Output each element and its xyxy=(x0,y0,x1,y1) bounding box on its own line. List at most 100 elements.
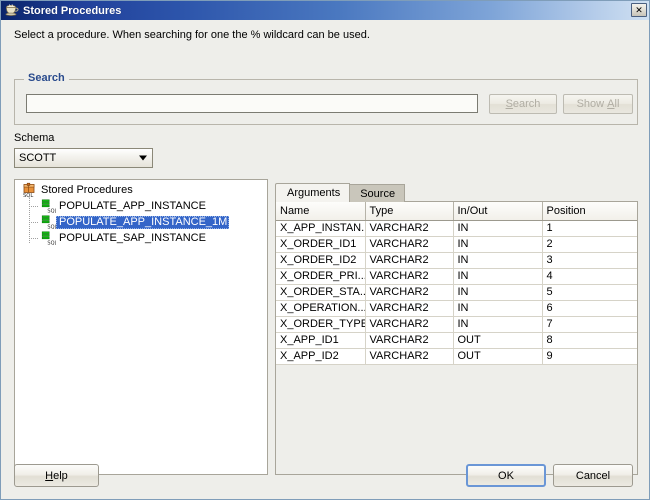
tree-item-2[interactable]: SQL POPULATE_SAP_INSTANCE xyxy=(15,230,267,246)
help-button[interactable]: Help xyxy=(14,464,99,487)
table-row[interactable]: X_ORDER_ID2 VARCHAR2 IN 3 xyxy=(276,252,637,269)
table-cell-position: 7 xyxy=(542,316,637,333)
table-cell-inout: OUT xyxy=(453,348,543,365)
table-cell-position: 8 xyxy=(542,332,637,349)
table-cell-name: X_APP_ID1 xyxy=(276,332,366,349)
search-button-label-rest: earch xyxy=(512,98,541,110)
help-button-label-rest: elp xyxy=(53,469,68,482)
table-cell-position: 4 xyxy=(542,268,637,285)
search-group-legend: Search xyxy=(24,72,69,84)
cancel-button-label: Cancel xyxy=(575,469,611,482)
table-cell-type: VARCHAR2 xyxy=(365,332,454,349)
tab-source-label: Source xyxy=(360,187,396,200)
sql-procedure-icon: SQL xyxy=(40,214,58,230)
table-cell-inout: IN xyxy=(453,220,543,237)
tab-source[interactable]: Source xyxy=(348,184,406,202)
table-cell-position: 1 xyxy=(542,220,637,237)
table-row[interactable]: X_APP_ID2 VARCHAR2 OUT 9 xyxy=(276,348,637,365)
column-header-position[interactable]: Position xyxy=(542,202,637,221)
table-cell-type: VARCHAR2 xyxy=(365,300,454,317)
arguments-table-container[interactable]: Name Type In/Out Position X_APP_INSTAN..… xyxy=(275,201,638,475)
table-cell-type: VARCHAR2 xyxy=(365,316,454,333)
tree-item-label: POPULATE_APP_INSTANCE xyxy=(59,199,206,212)
stored-procedures-folder-icon: SQL xyxy=(22,182,38,199)
table-cell-position: 6 xyxy=(542,300,637,317)
stored-procedures-tree[interactable]: SQL Stored Procedures SQL POP xyxy=(14,179,268,475)
ok-button[interactable]: OK xyxy=(466,464,546,487)
table-header-row: Name Type In/Out Position xyxy=(276,202,637,221)
tree-root-label: Stored Procedures xyxy=(41,183,133,196)
details-panel: Arguments Source Name Type In/Out Positi… xyxy=(275,179,638,475)
help-button-accel: H xyxy=(45,469,54,482)
table-cell-type: VARCHAR2 xyxy=(365,252,454,269)
table-cell-inout: IN xyxy=(453,268,543,285)
dialog-body: Select a procedure. When searching for o… xyxy=(1,20,649,499)
table-cell-inout: IN xyxy=(453,316,543,333)
show-all-button[interactable]: Show All xyxy=(563,94,633,114)
show-all-button-accel: A xyxy=(607,98,615,110)
table-cell-type: VARCHAR2 xyxy=(365,268,454,285)
table-cell-inout: IN xyxy=(453,236,543,253)
schema-select[interactable]: SCOTT xyxy=(14,148,153,168)
table-row[interactable]: X_APP_INSTAN... VARCHAR2 IN 1 xyxy=(276,220,637,237)
table-row[interactable]: X_ORDER_TYPE VARCHAR2 IN 7 xyxy=(276,316,637,333)
table-cell-name: X_APP_ID2 xyxy=(276,348,366,365)
chevron-down-icon xyxy=(139,155,147,161)
table-cell-name: X_ORDER_TYPE xyxy=(276,316,366,333)
close-icon[interactable]: ✕ xyxy=(631,3,647,17)
schema-label: Schema xyxy=(14,132,55,144)
coffee-cup-icon xyxy=(4,3,20,19)
table-cell-position: 5 xyxy=(542,284,637,301)
cancel-button[interactable]: Cancel xyxy=(553,464,633,487)
tree-item-0[interactable]: SQL POPULATE_APP_INSTANCE xyxy=(15,198,267,214)
show-all-button-label-rest: ll xyxy=(614,98,620,110)
tree-root-node[interactable]: SQL Stored Procedures xyxy=(15,182,267,199)
table-row[interactable]: X_APP_ID1 VARCHAR2 OUT 8 xyxy=(276,332,637,349)
table-row[interactable]: X_ORDER_PRI... VARCHAR2 IN 4 xyxy=(276,268,637,285)
search-button[interactable]: Search xyxy=(489,94,557,114)
tree-item-1[interactable]: SQL POPULATE_APP_INSTANCE_1M xyxy=(15,214,267,230)
table-cell-name: X_ORDER_ID2 xyxy=(276,252,366,269)
search-button-accel: S xyxy=(505,98,513,110)
table-cell-type: VARCHAR2 xyxy=(365,220,454,237)
stored-procedures-dialog: Stored Procedures ✕ Select a procedure. … xyxy=(0,0,650,500)
table-cell-type: VARCHAR2 xyxy=(365,236,454,253)
table-cell-inout: IN xyxy=(453,284,543,301)
table-row[interactable]: X_ORDER_ID1 VARCHAR2 IN 2 xyxy=(276,236,637,253)
table-cell-type: VARCHAR2 xyxy=(365,284,454,301)
arguments-table: Name Type In/Out Position X_APP_INSTAN..… xyxy=(276,202,637,365)
title-bar: Stored Procedures ✕ xyxy=(1,1,649,20)
dialog-footer: Help OK Cancel xyxy=(1,455,649,499)
table-cell-name: X_ORDER_STA... xyxy=(276,284,366,301)
column-header-name[interactable]: Name xyxy=(276,202,366,221)
tab-arguments-label: Arguments xyxy=(287,187,341,199)
schema-selected-value: SCOTT xyxy=(19,152,57,164)
table-row[interactable]: X_ORDER_STA... VARCHAR2 IN 5 xyxy=(276,284,637,301)
arguments-table-body: X_APP_INSTAN... VARCHAR2 IN 1 X_ORDER_ID1 VAR… xyxy=(276,220,637,365)
window-title: Stored Procedures xyxy=(23,4,122,17)
tree-item-label: POPULATE_SAP_INSTANCE xyxy=(59,231,206,244)
table-cell-position: 3 xyxy=(542,252,637,269)
table-row[interactable]: X_OPERATION... VARCHAR2 IN 6 xyxy=(276,300,637,317)
table-cell-position: 9 xyxy=(542,348,637,365)
sql-procedure-icon: SQL xyxy=(40,198,58,214)
search-group-box: Search Search Show All xyxy=(14,72,638,125)
ok-button-label: OK xyxy=(498,469,514,482)
details-tabstrip: Arguments Source xyxy=(275,183,638,202)
table-cell-position: 2 xyxy=(542,236,637,253)
instruction-text: Select a procedure. When searching for o… xyxy=(14,29,370,41)
sql-procedure-icon: SQL xyxy=(40,230,58,246)
svg-text:SQL: SQL xyxy=(47,240,56,246)
table-cell-inout: IN xyxy=(453,252,543,269)
table-cell-inout: OUT xyxy=(453,332,543,349)
table-cell-name: X_ORDER_ID1 xyxy=(276,236,366,253)
table-cell-name: X_ORDER_PRI... xyxy=(276,268,366,285)
show-all-button-label-pre: Show xyxy=(576,98,608,110)
search-input[interactable] xyxy=(26,94,478,113)
column-header-inout[interactable]: In/Out xyxy=(453,202,543,221)
column-header-type[interactable]: Type xyxy=(365,202,454,221)
tree-item-label-selected: POPULATE_APP_INSTANCE_1M xyxy=(56,215,230,229)
table-cell-type: VARCHAR2 xyxy=(365,348,454,365)
table-cell-inout: IN xyxy=(453,300,543,317)
tab-arguments[interactable]: Arguments xyxy=(275,183,351,202)
